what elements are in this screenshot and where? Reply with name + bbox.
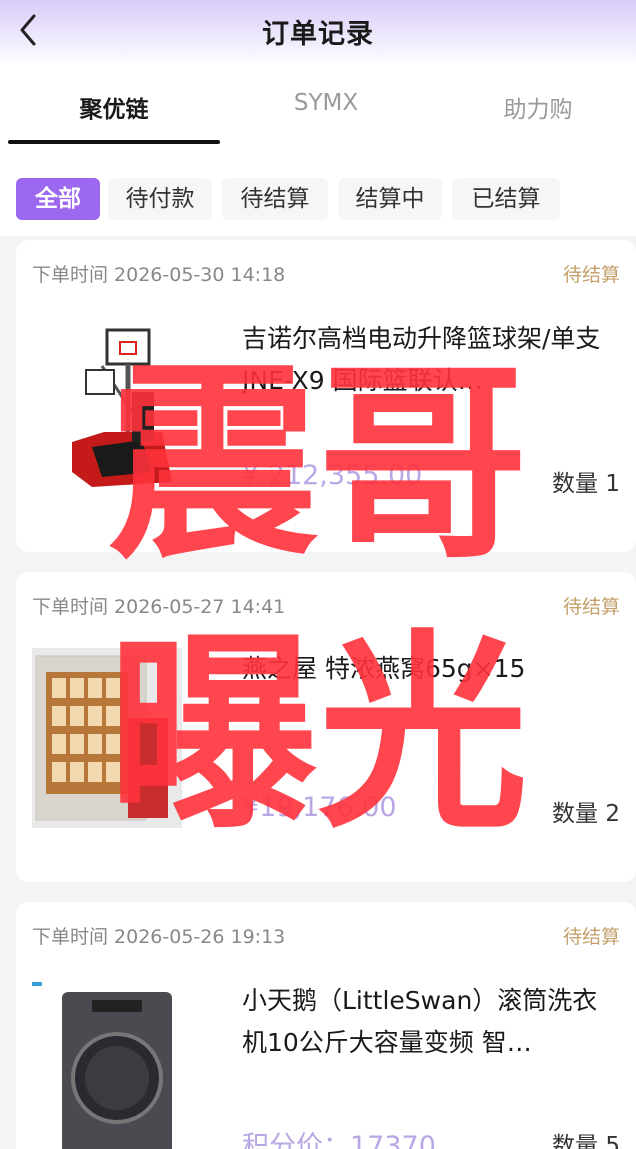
product-name: 小天鹅（LittleSwan）滚筒洗衣机10公斤大容量变频 智…	[242, 986, 598, 1057]
order-status: 待结算	[562, 596, 620, 618]
order-card[interactable]: 下单时间 2026-05-27 14:41 待结算 燕之屋 特浓燕窝65g×15…	[16, 572, 636, 882]
product-image-birds-nest[interactable]	[32, 648, 182, 828]
filter-settling[interactable]: 结算中	[338, 178, 442, 220]
product-quantity: 数量 2	[552, 801, 620, 827]
product-quantity: 数量 5	[552, 1133, 620, 1149]
tab-symx[interactable]: SYMX	[220, 90, 432, 116]
product-name: 吉诺尔高档电动升降篮球架/单支 JNE-X9 国际篮联认…	[242, 324, 601, 395]
product-price: ¥ 212,355.00	[242, 460, 423, 491]
order-time: 下单时间 2026-05-27 14:41	[32, 596, 286, 618]
product-quantity: 数量 1	[552, 471, 620, 497]
product-image-basketball-hoop[interactable]	[32, 322, 182, 502]
top-bar: 订单记录	[0, 0, 636, 66]
order-time: 下单时间 2026-05-30 14:18	[32, 264, 286, 286]
order-time: 下单时间 2026-05-26 19:13	[32, 926, 286, 948]
order-card[interactable]: 下单时间 2026-05-26 19:13 待结算 小天鹅（LittleSwan…	[16, 902, 636, 1149]
product-image-washing-machine[interactable]	[32, 978, 182, 1149]
order-status: 待结算	[562, 926, 620, 948]
product-name: 燕之屋 特浓燕窝65g×15	[242, 654, 526, 683]
status-filter-bar: 全部 待付款 待结算 结算中 已结算	[0, 146, 636, 236]
filter-pending-payment[interactable]: 待付款	[108, 178, 212, 220]
filter-all[interactable]: 全部	[16, 178, 100, 220]
product-price: ¥19,176.00	[242, 792, 397, 823]
tab-juyoulian[interactable]: 聚优链	[8, 90, 220, 124]
filter-settled[interactable]: 已结算	[452, 178, 560, 220]
order-card[interactable]: 下单时间 2026-05-30 14:18 待结算 吉诺尔高档电动升降篮球架/单…	[16, 240, 636, 552]
tab-bar: 聚优链 SYMX 助力购	[0, 66, 636, 146]
product-price: 积分价：17370	[242, 1131, 436, 1149]
filter-pending-settlement[interactable]: 待结算	[222, 178, 328, 220]
active-tab-indicator	[8, 140, 220, 144]
order-status: 待结算	[562, 264, 620, 286]
page-title: 订单记录	[262, 19, 374, 50]
tab-zhuligou[interactable]: 助力购	[432, 90, 636, 124]
